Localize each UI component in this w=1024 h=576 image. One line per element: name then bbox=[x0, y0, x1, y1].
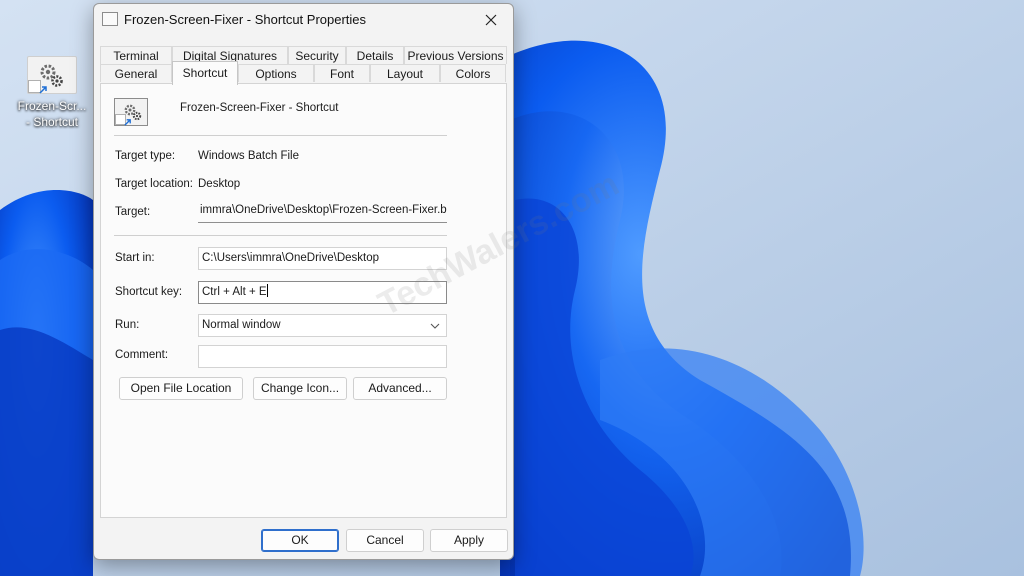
target-location-value: Desktop bbox=[198, 178, 241, 190]
tab-general[interactable]: General bbox=[100, 64, 172, 82]
tab-security[interactable]: Security bbox=[288, 46, 346, 64]
desktop-icon-label-2: - Shortcut bbox=[25, 115, 79, 129]
comment-input[interactable] bbox=[198, 345, 447, 368]
desktop-icon-label-1: Frozen-Scr... bbox=[17, 99, 87, 113]
gears-icon bbox=[27, 56, 77, 94]
tab-terminal[interactable]: Terminal bbox=[100, 46, 172, 64]
advanced-button[interactable]: Advanced... bbox=[353, 377, 447, 400]
target-input[interactable]: immra\OneDrive\Desktop\Frozen-Screen-Fix… bbox=[198, 200, 447, 223]
text-caret bbox=[266, 284, 268, 297]
divider bbox=[114, 135, 447, 136]
start-in-input[interactable]: C:\Users\immra\OneDrive\Desktop bbox=[198, 247, 447, 270]
window-title: Frozen-Screen-Fixer - Shortcut Propertie… bbox=[124, 12, 367, 27]
tabs-row-bottom: General Shortcut Options Font Layout Col… bbox=[100, 61, 506, 85]
shortcut-key-label: Shortcut key: bbox=[115, 286, 183, 298]
ok-button[interactable]: OK bbox=[261, 529, 339, 552]
shortcut-name: Frozen-Screen-Fixer - Shortcut bbox=[180, 102, 339, 114]
open-file-location-button[interactable]: Open File Location bbox=[119, 377, 243, 400]
run-label: Run: bbox=[115, 319, 140, 331]
tab-options[interactable]: Options bbox=[238, 64, 314, 82]
tab-shortcut[interactable]: Shortcut bbox=[172, 61, 238, 85]
shortcut-arrow-icon bbox=[115, 114, 131, 126]
target-label: Target: bbox=[115, 206, 151, 218]
title-bar[interactable]: Frozen-Screen-Fixer - Shortcut Propertie… bbox=[94, 4, 513, 36]
cancel-button[interactable]: Cancel bbox=[346, 529, 424, 552]
tab-font[interactable]: Font bbox=[314, 64, 370, 82]
target-type-value: Windows Batch File bbox=[198, 150, 299, 162]
tab-layout[interactable]: Layout bbox=[370, 64, 440, 82]
tab-colors[interactable]: Colors bbox=[440, 64, 506, 82]
desktop-shortcut-icon[interactable]: Frozen-Scr... - Shortcut bbox=[14, 54, 90, 130]
chevron-down-icon bbox=[430, 323, 440, 329]
target-type-label: Target type: bbox=[115, 150, 176, 162]
start-in-label: Start in: bbox=[115, 252, 155, 264]
shortcut-properties-icon bbox=[102, 12, 118, 26]
comment-label: Comment: bbox=[115, 349, 169, 361]
tab-details[interactable]: Details bbox=[346, 46, 404, 64]
shortcut-arrow-icon bbox=[28, 80, 47, 94]
divider bbox=[114, 235, 447, 236]
close-button[interactable] bbox=[475, 6, 507, 34]
tabs-row-top: Terminal Digital Signatures Security Det… bbox=[100, 46, 507, 64]
close-icon bbox=[485, 14, 497, 26]
change-icon-button[interactable]: Change Icon... bbox=[253, 377, 347, 400]
run-select-value: Normal window bbox=[202, 319, 281, 331]
shortcut-key-value: Ctrl + Alt + E bbox=[202, 286, 267, 298]
apply-button[interactable]: Apply bbox=[430, 529, 508, 552]
target-location-label: Target location: bbox=[115, 178, 193, 190]
shortcut-file-icon bbox=[114, 98, 148, 126]
tab-previous-versions[interactable]: Previous Versions bbox=[404, 46, 507, 64]
run-select[interactable]: Normal window bbox=[198, 314, 447, 337]
